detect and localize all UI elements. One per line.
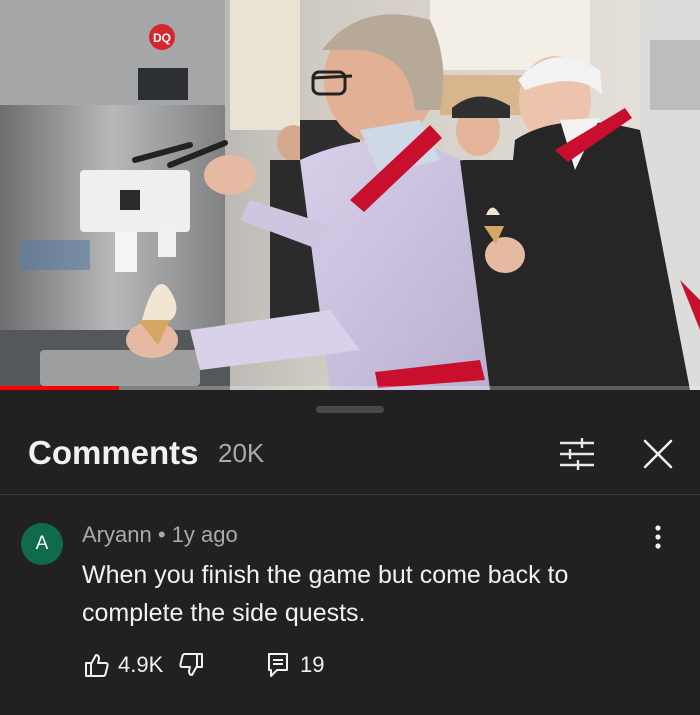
- dq-logo: DQ: [149, 24, 175, 50]
- comments-count: 20K: [218, 438, 265, 468]
- close-icon: [643, 439, 673, 469]
- like-button[interactable]: 4.9K: [84, 652, 163, 678]
- comments-title: Comments: [28, 434, 199, 471]
- sort-button[interactable]: [554, 434, 600, 474]
- header-divider: [0, 494, 700, 495]
- sort-filter-icon: [560, 438, 594, 470]
- replies-button[interactable]: 19: [266, 652, 324, 678]
- dislike-button[interactable]: [178, 652, 204, 678]
- comments-panel: Comments 20K A Aryann • 1y ago When you …: [0, 390, 700, 715]
- video-player[interactable]: DQ: [0, 0, 700, 390]
- comment-text: When you finish the game but come back t…: [82, 561, 569, 627]
- screen: DQ Comments 20K A Aryann • 1y ago When y…: [0, 0, 700, 715]
- comment-time: 1y ago: [171, 522, 238, 547]
- drag-handle[interactable]: [316, 406, 384, 413]
- thumbs-up-icon: [85, 654, 109, 677]
- meta-separator: •: [157, 522, 166, 547]
- reply-count: 19: [300, 652, 325, 677]
- video-frame: DQ: [0, 0, 700, 390]
- svg-text:DQ: DQ: [153, 31, 171, 45]
- comment-meta: Aryann • 1y ago: [82, 522, 238, 548]
- thumbs-down-icon: [179, 653, 203, 676]
- more-vertical-icon: [655, 525, 661, 549]
- comment-icon: [268, 653, 288, 677]
- avatar[interactable]: A: [21, 523, 63, 565]
- close-button[interactable]: [634, 430, 682, 478]
- like-count: 4.9K: [118, 652, 164, 677]
- comment-author[interactable]: Aryann: [82, 522, 152, 547]
- comment-more-button[interactable]: [644, 520, 672, 554]
